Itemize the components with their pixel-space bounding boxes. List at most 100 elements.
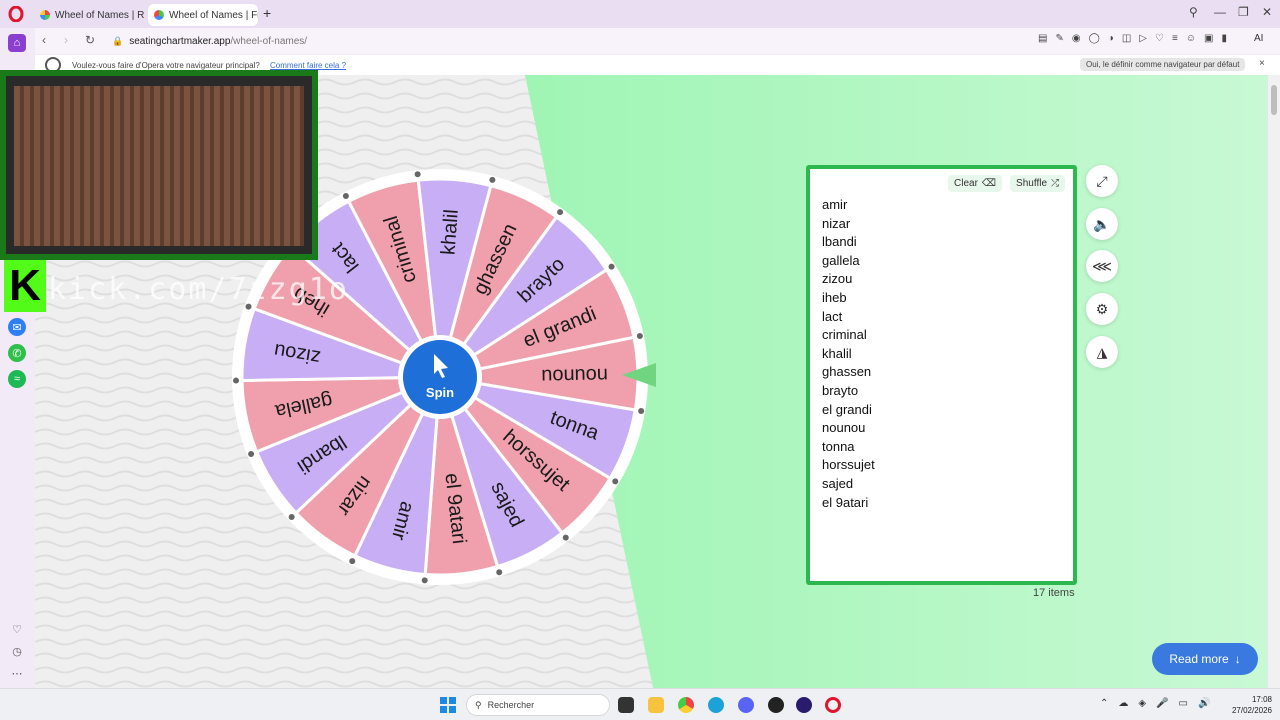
rim-dot — [349, 558, 356, 565]
entries-panel: Clear ⌫ Shuffle ⤮ amir nizar lbandi gallela… — [806, 165, 1077, 585]
back-icon[interactable]: ‹ — [42, 33, 46, 47]
reader-icon[interactable]: ▤ — [1038, 33, 1047, 44]
rim-dot — [636, 333, 643, 340]
taskview-icon[interactable] — [618, 697, 634, 713]
shuffle-icon: ⤮ — [1051, 178, 1059, 189]
opera-taskbar-icon[interactable] — [825, 697, 841, 713]
new-tab-button[interactable]: + — [263, 5, 271, 21]
clear-button[interactable]: Clear ⌫ — [948, 175, 1003, 192]
close-window-icon[interactable]: ✕ — [1262, 5, 1272, 19]
forward-icon[interactable]: › — [64, 33, 68, 47]
edge-icon[interactable] — [708, 697, 724, 713]
box-icon[interactable]: ▣ — [1204, 33, 1213, 44]
more-icon[interactable]: ⋯ — [8, 664, 26, 682]
page-scrollbar[interactable] — [1268, 75, 1280, 688]
webcam-video — [14, 86, 304, 246]
chevron-up-icon[interactable]: ⌃ — [1100, 698, 1108, 709]
ai-button[interactable]: AI — [1254, 33, 1263, 44]
spin-label: Spin — [426, 385, 454, 400]
scrollbar-thumb[interactable] — [1271, 85, 1277, 115]
history-icon[interactable]: ◷ — [8, 642, 26, 660]
taskbar-clock[interactable]: 17:08 27/02/2026 — [1226, 694, 1272, 716]
notice-close-button[interactable]: × — [1259, 58, 1265, 69]
url-host: seatingchartmaker.app — [129, 35, 231, 47]
rim-dot — [608, 263, 615, 270]
adblock-icon[interactable]: ◑ — [1108, 33, 1114, 44]
entry-item: nizar — [822, 215, 851, 231]
read-more-button[interactable]: Read more ↓ — [1152, 643, 1258, 675]
heart-icon[interactable]: ♡ — [1155, 33, 1164, 44]
mic-icon[interactable]: 🎤 — [1156, 698, 1168, 709]
browser-toolbar: ▤ ✎ ◉ ◯ ◑ ◫ ▷ ♡ ≡ ☺ ▣ ▮ — [1038, 33, 1227, 44]
bookmark-button[interactable]: ◮ — [1086, 336, 1118, 368]
sidebar-toggle-icon[interactable]: ▮ — [1221, 33, 1227, 44]
fullscreen-button[interactable]: ⤢ — [1086, 165, 1118, 197]
file-explorer-icon[interactable] — [648, 697, 664, 713]
notice-help-link[interactable]: Comment faire cela ? — [270, 61, 346, 70]
edit-icon[interactable]: ✎ — [1055, 33, 1063, 44]
discord-icon[interactable] — [738, 697, 754, 713]
search-icon: ⚲ — [475, 699, 482, 710]
settings-button[interactable]: ⚙ — [1086, 293, 1118, 325]
notice-text: Voulez-vous faire d'Opera votre navigate… — [72, 61, 260, 70]
wheel-pointer-icon — [622, 363, 656, 387]
spin-button[interactable]: Spin — [398, 335, 482, 419]
search-placeholder: Rechercher — [487, 700, 535, 710]
tab-wheel-of-names-free[interactable]: Wheel of Names | Free Ra — [148, 4, 258, 26]
spotify-icon[interactable]: ≈ — [8, 370, 26, 388]
search-tabs-icon[interactable]: ⚲ — [1189, 5, 1198, 19]
rim-dot — [612, 478, 619, 485]
windows-start-icon[interactable] — [440, 697, 456, 713]
reload-icon[interactable]: ↻ — [85, 33, 95, 47]
entry-item: lact — [822, 308, 843, 324]
url-path: /wheel-of-names/ — [230, 35, 308, 47]
account-icon[interactable]: ☺ — [1186, 33, 1196, 44]
wheel-favicon-icon — [154, 10, 164, 20]
kick-channel-name: kick.com/7zzg1o — [48, 272, 349, 307]
home-icon[interactable]: ⌂ — [8, 34, 26, 52]
entry-item: criminal — [822, 327, 867, 343]
camera-icon[interactable]: ◉ — [1072, 33, 1081, 44]
share-button[interactable]: ⋘ — [1086, 250, 1118, 282]
extension-icon[interactable]: ◫ — [1122, 33, 1131, 44]
opera-logo-icon[interactable] — [8, 6, 24, 22]
clock-date: 27/02/2026 — [1231, 706, 1272, 715]
rim-dot — [414, 171, 421, 178]
messenger-icon[interactable]: ✉ — [8, 318, 26, 336]
restore-icon[interactable]: ❐ — [1238, 5, 1249, 19]
share-icon: ⋘ — [1092, 257, 1112, 274]
whatsapp-icon[interactable]: ✆ — [8, 344, 26, 362]
menu-icon[interactable]: ≡ — [1172, 33, 1178, 44]
app-icon[interactable] — [768, 697, 784, 713]
entry-item: el 9atari — [822, 494, 869, 510]
wheel-slice-label: khalil — [437, 209, 462, 256]
play-icon[interactable]: ▷ — [1139, 33, 1147, 44]
eraser-icon: ⌫ — [981, 178, 997, 189]
set-default-button[interactable]: Oui, le définir comme navigateur par déf… — [1080, 58, 1246, 71]
entry-item: sajed — [822, 475, 854, 491]
browser-tab-strip: Wheel of Names | Random Wheel of Names |… — [0, 0, 1280, 28]
entries-textarea[interactable]: amir nizar lbandi gallela zizou iheb lact crimi… — [822, 196, 875, 512]
minimize-icon[interactable]: — — [1214, 5, 1226, 19]
shuffle-button[interactable]: Shuffle ⤮ — [1010, 175, 1065, 192]
onedrive-icon[interactable]: ☁ — [1118, 698, 1128, 709]
network-icon[interactable]: ◈ — [1138, 698, 1146, 709]
sound-button[interactable]: 🔈 — [1086, 208, 1118, 240]
vpn-icon[interactable]: ◯ — [1089, 33, 1100, 44]
entry-item: nounou — [822, 420, 866, 436]
tab-title: Wheel of Names | Free Ra — [169, 9, 258, 21]
obs-icon[interactable] — [796, 697, 812, 713]
lock-icon: 🔒 — [112, 35, 124, 46]
display-icon[interactable]: ▭ — [1179, 698, 1188, 709]
taskbar-search[interactable]: ⚲ Rechercher — [466, 694, 610, 716]
url-field[interactable]: 🔒 seatingchartmaker.app/wheel-of-names/ — [112, 32, 1012, 50]
tab-wheel-of-names-random[interactable]: Wheel of Names | Random — [34, 4, 144, 26]
panel-buttons: Clear ⌫ Shuffle ⤮ — [948, 175, 1065, 192]
favorites-icon[interactable]: ♡ — [8, 620, 26, 638]
volume-icon[interactable]: 🔊 — [1198, 698, 1210, 709]
system-tray: ⌃ ☁ ◈ 🎤 ▭ 🔊 — [1100, 698, 1210, 709]
chrome-icon[interactable] — [678, 697, 694, 713]
entry-item: el grandi — [822, 401, 872, 417]
entry-item: brayto — [822, 382, 859, 398]
entry-item: tonna — [822, 438, 855, 454]
